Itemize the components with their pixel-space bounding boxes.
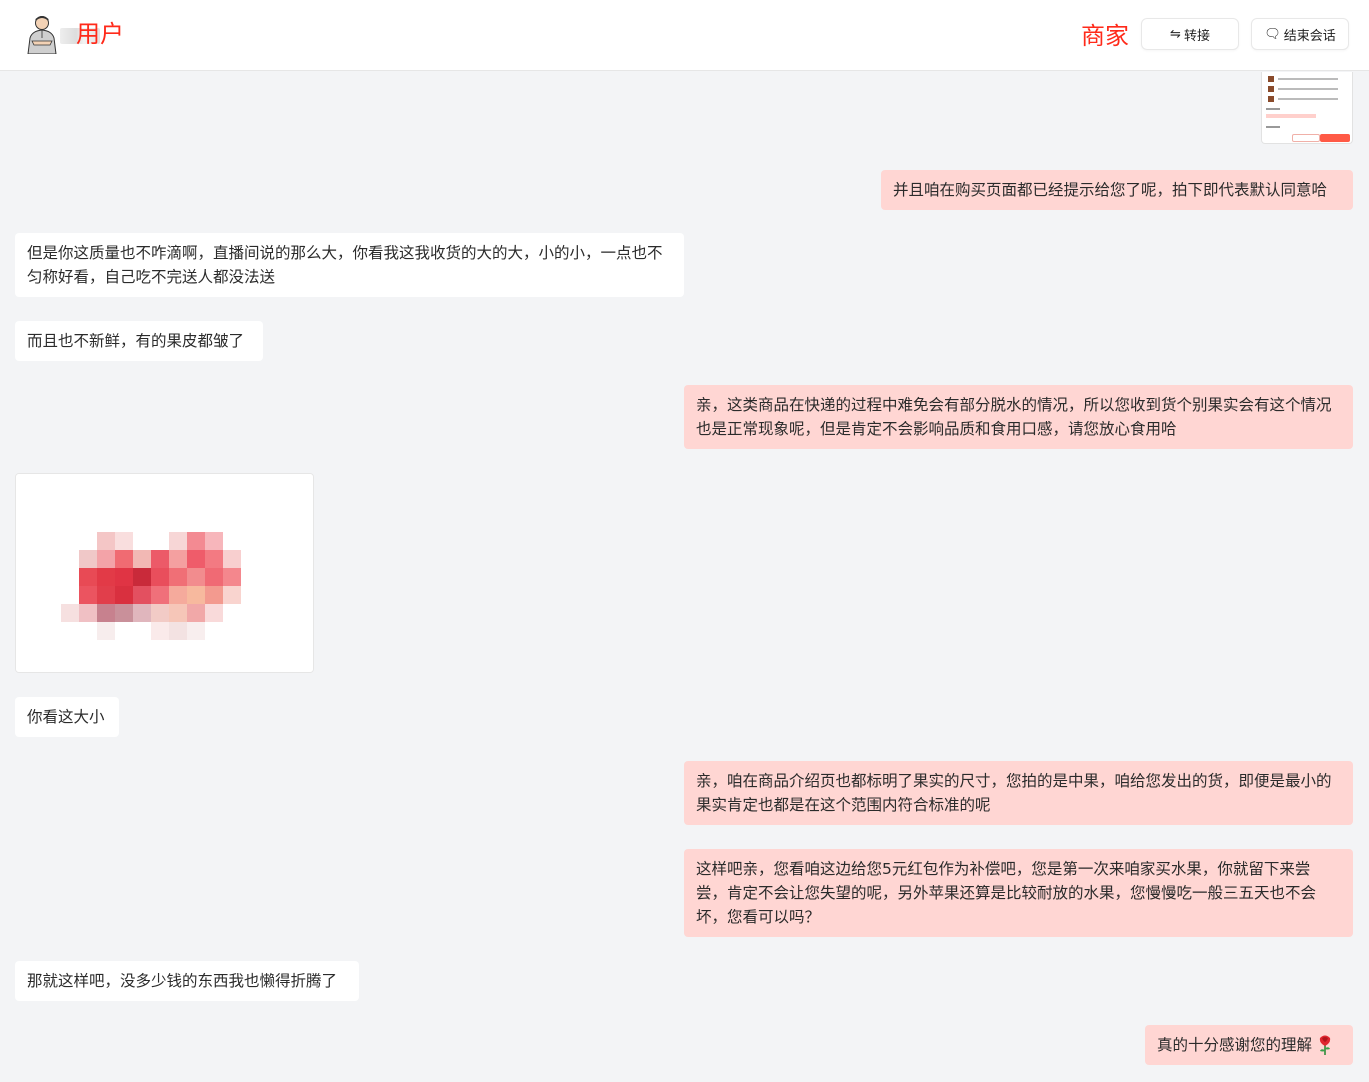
chat-bubble-icon: 🗨 xyxy=(1264,26,1281,42)
user-message: 那就这样吧，没多少钱的东西我也懒得折腾了 xyxy=(15,961,359,1001)
merchant-message: 亲，咱在商品介绍页也都标明了果实的尺寸，您拍的是中果，咱给您发出的货，即便是最小… xyxy=(684,761,1353,825)
user-image-message[interactable] xyxy=(15,473,314,673)
merchant-message: 这样吧亲，您看咱这边给您5元红包作为补偿吧，您是第一次来咱家买水果，你就留下来尝… xyxy=(684,849,1353,937)
rose-icon xyxy=(1319,1035,1331,1055)
pixelated-apple-photo xyxy=(16,474,313,672)
user-message: 你看这大小 xyxy=(15,697,119,737)
message-text: 真的十分感谢您的理解 xyxy=(1157,1036,1313,1054)
merchant-label: 商家 xyxy=(1081,22,1129,50)
merchant-message: 并且咱在购买页面都已经提示给您了呢，拍下即代表默认同意哈 xyxy=(881,170,1353,210)
transfer-icon: ⇋ xyxy=(1170,26,1181,42)
chat-header: 用户 商家 ⇋ 转接 🗨 结束会话 xyxy=(0,0,1369,71)
merchant-message: 真的十分感谢您的理解 xyxy=(1145,1025,1353,1065)
transfer-label: 转接 xyxy=(1183,28,1210,44)
user-message: 但是你这质量也不咋滴啊，直播间说的那么大，你看我这我收货的大的大，小的小，一点也… xyxy=(15,233,684,297)
user-label: 用户 xyxy=(76,20,124,48)
transfer-button[interactable]: ⇋ 转接 xyxy=(1141,18,1239,50)
user-avatar-icon xyxy=(27,16,57,54)
product-page-screenshot-thumbnail[interactable] xyxy=(1261,72,1353,144)
merchant-message: 亲，这类商品在快递的过程中难免会有部分脱水的情况，所以您收到货个别果实会有这个情… xyxy=(684,385,1353,449)
end-session-button[interactable]: 🗨 结束会话 xyxy=(1251,18,1349,50)
user-message: 而且也不新鲜，有的果皮都皱了 xyxy=(15,321,263,361)
end-session-label: 结束会话 xyxy=(1283,28,1336,44)
